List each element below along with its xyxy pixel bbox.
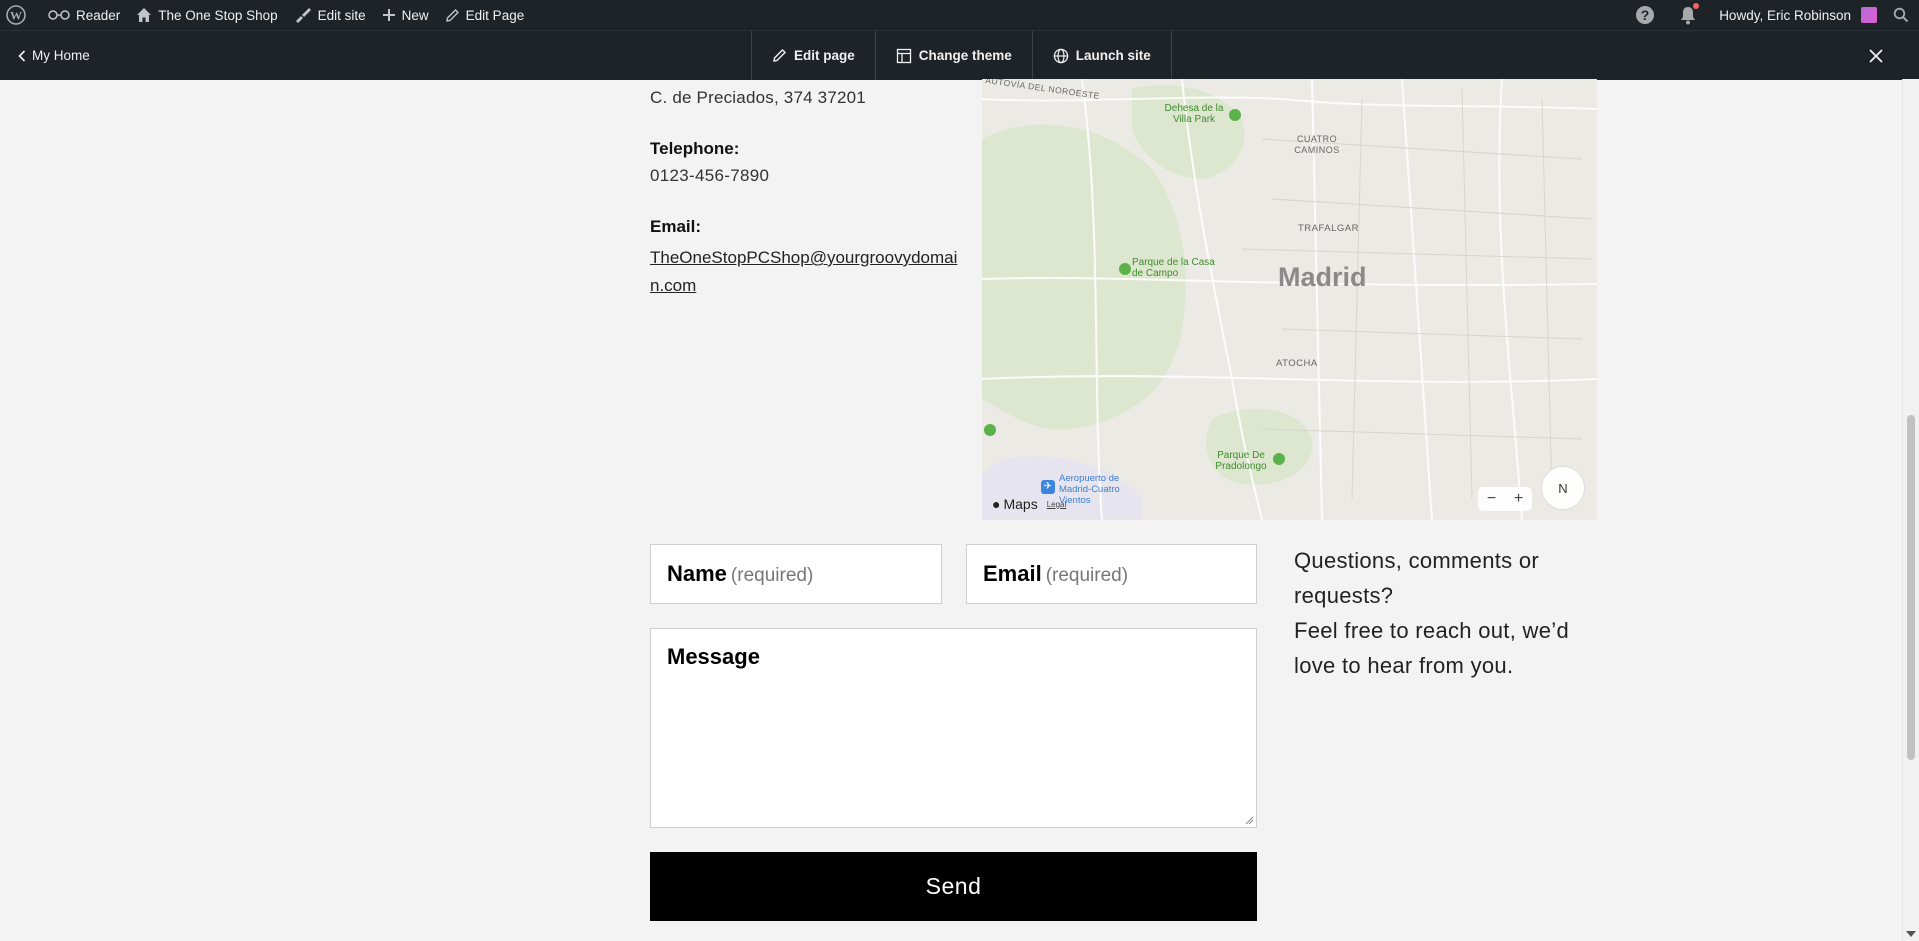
home-icon — [137, 8, 152, 22]
new-content-link[interactable]: New — [374, 0, 437, 30]
launch-site-button[interactable]: Launch site — [1031, 31, 1172, 80]
close-button[interactable] — [1869, 31, 1883, 80]
email-field-label: Email (required) — [983, 561, 1128, 587]
reader-label: Reader — [76, 7, 121, 23]
edit-page-label: Edit Page — [465, 7, 525, 23]
chevron-left-icon — [18, 49, 26, 62]
help-button[interactable]: ? — [1623, 0, 1667, 30]
brush-icon — [295, 8, 311, 23]
email-field[interactable]: Email (required) — [966, 544, 1257, 604]
admin-bar: W Reader The One Stop Shop Edit site New… — [0, 0, 1919, 30]
map-park-pin-icon — [984, 424, 996, 436]
pencil-icon — [445, 8, 459, 22]
contact-message: Questions, comments or requests? Feel fr… — [1294, 543, 1604, 683]
send-button[interactable]: Send — [650, 852, 1257, 921]
telephone-value: 0123-456-7890 — [650, 166, 770, 185]
reader-link[interactable]: Reader — [40, 0, 128, 30]
map-background — [982, 79, 1597, 520]
email-label: Email: — [650, 217, 702, 236]
email-link[interactable]: TheOneStopPCShop@yourgroovydomain.com — [650, 244, 960, 300]
launch-site-label: Launch site — [1075, 48, 1151, 63]
zoom-out-button[interactable]: − — [1487, 490, 1496, 508]
svg-text:?: ? — [1641, 7, 1650, 23]
wordpress-icon: W — [6, 5, 26, 25]
map-embed[interactable]: AUTOVÍA DEL NOROESTE Dehesa de la Villa … — [982, 79, 1597, 520]
change-theme-label: Change theme — [918, 48, 1012, 63]
map-park-label: Dehesa de la Villa Park — [1164, 103, 1224, 125]
apple-logo-icon: ● — [992, 496, 1001, 512]
email-required-hint: (required) — [1045, 565, 1129, 586]
map-district-label: ATOCHA — [1276, 358, 1318, 369]
new-label: New — [401, 7, 429, 23]
map-zoom-control: − + — [1478, 487, 1532, 511]
scroll-down-arrow-icon[interactable] — [1906, 931, 1916, 937]
email-label-text: Email — [983, 561, 1042, 586]
resize-handle-icon[interactable] — [1245, 816, 1254, 825]
name-required-hint: (required) — [730, 565, 814, 586]
site-preview-bar: My Home Edit page Change theme Launch si… — [0, 30, 1919, 80]
search-icon — [1893, 7, 1909, 23]
edit-site-label: Edit site — [317, 7, 366, 23]
aside-line-1: Questions, comments or requests? — [1294, 548, 1540, 608]
howdy-label: Howdy, Eric Robinson — [1719, 7, 1851, 23]
account-menu[interactable]: Howdy, Eric Robinson — [1709, 0, 1887, 30]
page-scrollbar[interactable] — [1902, 79, 1919, 941]
map-park-pin-icon — [1119, 263, 1131, 275]
name-field-label: Name (required) — [667, 561, 813, 587]
close-icon — [1869, 48, 1883, 63]
map-attribution: ● Maps Legal — [992, 496, 1066, 512]
message-field[interactable]: Message — [650, 628, 1257, 828]
map-park-label: Parque De Pradolongo — [1215, 450, 1267, 472]
notifications-button[interactable] — [1667, 0, 1709, 30]
wordpress-logo-button[interactable]: W — [0, 0, 40, 30]
map-park-label: Parque de la Casa de Campo — [1132, 257, 1215, 279]
message-label: Message — [667, 644, 760, 669]
map-attribution-label: Maps — [1003, 496, 1038, 512]
map-city-label: Madrid — [1278, 262, 1367, 292]
map-district-label: TRAFALGAR — [1298, 223, 1359, 234]
notification-dot — [1693, 3, 1700, 9]
my-home-label: My Home — [32, 48, 90, 63]
compass-label: N — [1558, 480, 1568, 496]
map-legal-link[interactable]: Legal — [1047, 500, 1067, 509]
edit-page-button[interactable]: Edit page — [751, 31, 875, 80]
scrollbar-thumb[interactable] — [1907, 415, 1915, 760]
edit-page-label: Edit page — [794, 48, 855, 63]
edit-site-link[interactable]: Edit site — [286, 0, 374, 30]
help-icon: ? — [1636, 6, 1655, 24]
zoom-in-button[interactable]: + — [1514, 490, 1523, 508]
reader-glasses-icon — [48, 10, 70, 20]
avatar — [1861, 7, 1877, 23]
my-home-link[interactable]: My Home — [18, 31, 90, 80]
name-field[interactable]: Name (required) — [650, 544, 942, 604]
edit-page-link[interactable]: Edit Page — [437, 0, 533, 30]
site-name-link[interactable]: The One Stop Shop — [128, 0, 285, 30]
site-name-label: The One Stop Shop — [158, 7, 278, 23]
map-park-pin-icon — [1273, 453, 1285, 465]
plus-icon — [382, 9, 395, 21]
name-label-text: Name — [667, 561, 727, 586]
globe-icon — [1053, 48, 1069, 63]
address-text: C. de Preciados, 374 37201 — [650, 88, 866, 107]
telephone-label: Telephone: — [650, 139, 740, 158]
map-park-pin-icon — [1229, 109, 1241, 121]
aside-line-2: Feel free to reach out, we’d love to hea… — [1294, 618, 1569, 678]
map-compass-button[interactable]: N — [1541, 466, 1585, 510]
svg-text:W: W — [10, 9, 22, 23]
layout-icon — [896, 48, 911, 63]
change-theme-button[interactable]: Change theme — [874, 31, 1032, 80]
map-district-label: CUATRO CAMINOS — [1294, 134, 1340, 155]
pencil-icon — [773, 49, 786, 62]
map-airport-label: Aeropuerto de Madrid-Cuatro Vientos — [1059, 473, 1120, 506]
search-button[interactable] — [1887, 0, 1919, 30]
map-airport-icon: ✈ — [1041, 480, 1055, 494]
